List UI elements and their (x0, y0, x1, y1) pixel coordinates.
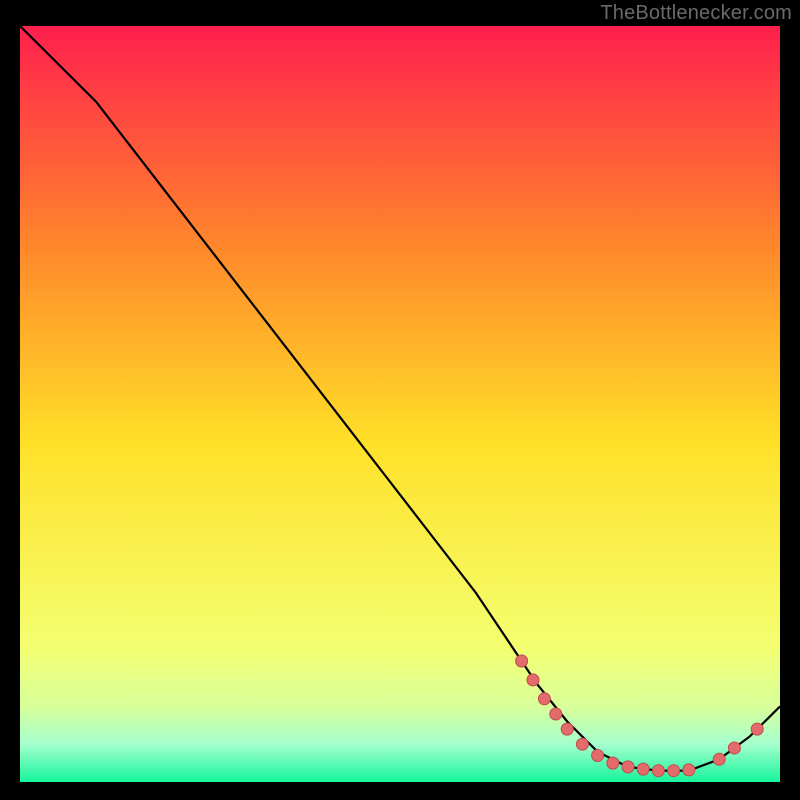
marker-dot (713, 753, 725, 765)
marker-dot (516, 655, 528, 667)
marker-dot (592, 750, 604, 762)
marker-dot (622, 761, 634, 773)
gradient-background (20, 26, 780, 782)
plot-area (20, 26, 780, 782)
marker-dot (668, 765, 680, 777)
chart-svg (20, 26, 780, 782)
marker-dot (637, 763, 649, 775)
attribution-text: TheBottlenecker.com (600, 2, 792, 25)
marker-dot (561, 723, 573, 735)
marker-dot (527, 674, 539, 686)
marker-dot (550, 708, 562, 720)
marker-dot (607, 757, 619, 769)
marker-dot (652, 765, 664, 777)
marker-dot (751, 723, 763, 735)
marker-dot (538, 693, 550, 705)
chart-container: TheBottlenecker.com (0, 0, 800, 800)
marker-dot (576, 738, 588, 750)
marker-dot (683, 764, 695, 776)
marker-dot (728, 742, 740, 754)
